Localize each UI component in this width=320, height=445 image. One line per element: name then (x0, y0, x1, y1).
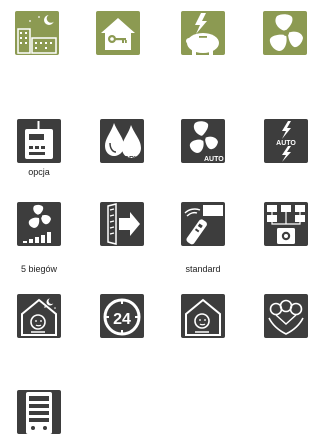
piggy-bank-lightning-icon (181, 11, 225, 55)
house-night-sleep-icon (17, 294, 61, 338)
wired-remote-icon (17, 119, 61, 163)
network-wifi-unit-icon (264, 202, 308, 246)
night-building-icon (15, 11, 59, 55)
fan-auto-icon: AUTO (181, 119, 225, 163)
dry-drops-icon: DRY (100, 119, 144, 163)
fan-icon (263, 11, 307, 55)
heads-comfort-icon (264, 294, 308, 338)
fan-speed-icon (17, 202, 61, 246)
dry-label: DRY (124, 156, 139, 163)
fan-auto-label: AUTO (204, 156, 224, 163)
house-key-icon (96, 11, 140, 55)
timer-24h-label: 24 (113, 311, 131, 328)
auto-lightning-icon: AUTO (264, 119, 308, 163)
control-panel-icon (17, 390, 61, 434)
wired-remote-caption: opcja (28, 167, 50, 177)
fan-speed-caption: 5 biegów (20, 264, 58, 274)
auto-lightning-label: AUTO (276, 140, 296, 147)
remote-control-icon (181, 202, 225, 246)
timer-24h-icon: 24 (100, 294, 144, 338)
remote-control-caption: standard (185, 264, 221, 274)
louver-airflow-icon (100, 202, 144, 246)
house-sleep-icon (181, 294, 225, 338)
